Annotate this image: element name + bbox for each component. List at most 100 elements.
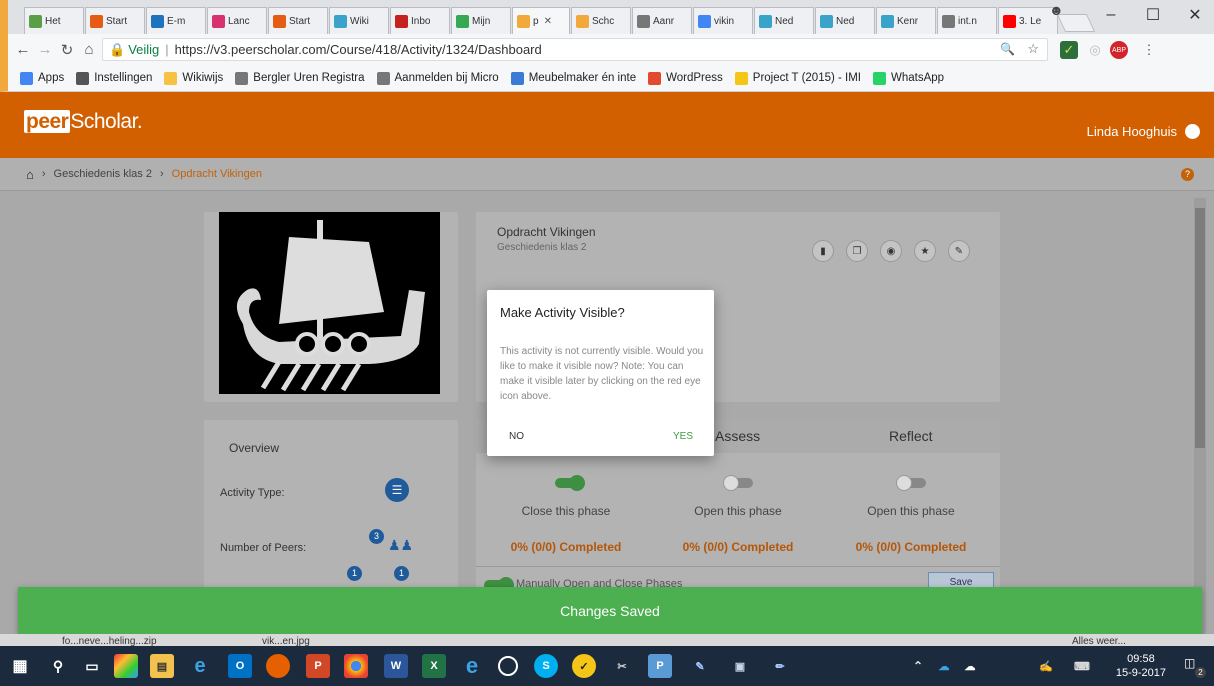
browser-tab[interactable]: Ned: [815, 7, 875, 34]
maximize-button[interactable]: ☐: [1130, 0, 1176, 30]
reload-icon[interactable]: ↻: [56, 41, 78, 59]
publisher-icon[interactable]: P: [648, 654, 672, 678]
download-item-1[interactable]: fo...neve...heling...zip: [62, 636, 157, 646]
firefox-icon[interactable]: [266, 654, 290, 678]
bookmark-item[interactable]: Meubelmaker én inte: [510, 71, 636, 85]
search-icon[interactable]: ⚲: [46, 654, 70, 678]
browser-tab[interactable]: Ned: [754, 7, 814, 34]
browser-tab[interactable]: int.n: [937, 7, 997, 34]
extension-grey-icon[interactable]: ◎: [1086, 41, 1104, 59]
tray-expand-icon[interactable]: ⌃: [906, 654, 930, 678]
browser-tab[interactable]: Kenr: [876, 7, 936, 34]
peerscholar-logo[interactable]: peerScholar.: [24, 110, 143, 134]
help-icon[interactable]: ?: [1181, 168, 1194, 181]
chrome-icon[interactable]: [344, 654, 368, 678]
photos-icon[interactable]: ▣: [728, 654, 752, 678]
breadcrumb-course[interactable]: Geschiedenis klas 2: [54, 168, 152, 180]
cloud-icon[interactable]: ☁: [958, 654, 982, 678]
notes-icon[interactable]: ✏: [768, 654, 792, 678]
home-icon[interactable]: ⌂: [26, 167, 34, 182]
forward-icon[interactable]: →: [34, 41, 56, 58]
bookmark-label: Bergler Uren Registra: [253, 72, 365, 84]
browser-tab[interactable]: Inbo: [390, 7, 450, 34]
browser-tab[interactable]: p ✕: [512, 7, 570, 34]
bookmark-star-icon[interactable]: ☆: [1027, 41, 1039, 57]
tab-label: Kenr: [897, 15, 919, 27]
menu-icon[interactable]: ⋮: [1140, 41, 1158, 59]
extension-check-icon[interactable]: ✓: [1060, 41, 1078, 59]
excel-icon[interactable]: X: [422, 654, 446, 678]
close-button[interactable]: ✕: [1172, 0, 1214, 30]
browser-tab[interactable]: vikin: [693, 7, 753, 34]
edit-pencil-icon[interactable]: ✎: [948, 240, 970, 262]
bookmark-item[interactable]: Project T (2015) - IMI: [734, 71, 862, 85]
browser-tab[interactable]: Schc: [571, 7, 631, 34]
toggle-knob: [896, 475, 912, 491]
delete-icon[interactable]: ▮: [812, 240, 834, 262]
tab-favicon-icon: [151, 14, 164, 28]
tab-close-icon[interactable]: ✕: [544, 16, 552, 27]
back-icon[interactable]: ←: [12, 41, 34, 58]
task-view-icon[interactable]: ▭: [80, 654, 104, 678]
notifications-icon[interactable]: ◫ 2: [1184, 656, 1206, 678]
url-input[interactable]: 🔒 Veilig | https://v3.peerscholar.com/Co…: [102, 38, 1048, 61]
bookmark-item[interactable]: Wikiwijs: [164, 71, 223, 85]
onedrive-icon[interactable]: ☁: [932, 654, 956, 678]
profile-icon[interactable]: ☻: [1049, 2, 1064, 18]
browser-tab[interactable]: Start: [268, 7, 328, 34]
group-badge-b: 1: [394, 566, 409, 581]
browser-tab[interactable]: Het: [24, 7, 84, 34]
file-explorer-icon[interactable]: ▤: [150, 654, 174, 678]
download-item-2[interactable]: vik...en.jpg: [262, 636, 310, 646]
dialog-yes-button[interactable]: YES: [673, 431, 693, 442]
home-icon[interactable]: ⌂: [78, 41, 100, 58]
check-app-icon[interactable]: ✓: [572, 654, 596, 678]
edge-icon[interactable]: e: [188, 654, 212, 678]
dialog-no-button[interactable]: NO: [509, 431, 524, 442]
windows-start-icon[interactable]: ▦: [8, 654, 32, 678]
bookmark-item[interactable]: Bergler Uren Registra: [235, 71, 365, 85]
word-icon[interactable]: W: [384, 654, 408, 678]
bookmark-item[interactable]: Apps: [20, 71, 64, 85]
tab-label: Lanc: [228, 15, 250, 27]
browser-tab[interactable]: Wiki: [329, 7, 389, 34]
paint-brush-icon[interactable]: ✎: [688, 654, 712, 678]
keyboard-icon[interactable]: ⌨: [1070, 654, 1094, 678]
phase-toggle-3[interactable]: [896, 475, 926, 491]
internet-explorer-icon[interactable]: e: [460, 653, 484, 678]
viking-ship-image: [219, 212, 440, 394]
system-clock[interactable]: 09:58 15-9-2017: [1116, 652, 1166, 680]
copy-icon[interactable]: ❐: [846, 240, 868, 262]
browser-tab[interactable]: E-m: [146, 7, 206, 34]
bookmark-item[interactable]: WordPress: [648, 71, 723, 85]
bookmark-icon: [20, 71, 33, 85]
zoom-icon[interactable]: 🔍: [1000, 42, 1015, 56]
outlook-icon[interactable]: O: [228, 654, 252, 678]
star-icon[interactable]: ★: [914, 240, 936, 262]
skype-icon[interactable]: S: [534, 654, 558, 678]
snipping-tool-icon[interactable]: ✂: [610, 654, 634, 678]
bookmark-item[interactable]: WhatsApp: [873, 71, 944, 85]
minimize-button[interactable]: –: [1088, 0, 1134, 30]
activity-type-label: Activity Type:: [220, 487, 285, 499]
scrollbar-thumb[interactable]: [1195, 208, 1205, 448]
browser-tab[interactable]: Start: [85, 7, 145, 34]
adblock-icon[interactable]: ABP: [1110, 41, 1128, 59]
user-menu[interactable]: Linda Hooghuis: [1087, 124, 1200, 139]
media-icon[interactable]: [498, 656, 518, 676]
pen-icon[interactable]: ✍: [1034, 654, 1058, 678]
phase-toggle-2[interactable]: [723, 475, 753, 491]
bookmark-item[interactable]: Aanmelden bij Micro: [376, 71, 499, 85]
tab-favicon-icon: [820, 14, 833, 28]
eye-hidden-icon[interactable]: ◉: [880, 240, 902, 262]
phase-toggle-1[interactable]: [555, 475, 585, 491]
browser-tab[interactable]: Mijn: [451, 7, 511, 34]
browser-tab[interactable]: Aanr: [632, 7, 692, 34]
show-all-downloads[interactable]: Alles weer...: [1072, 636, 1126, 646]
bookmark-item[interactable]: Instellingen: [76, 71, 152, 85]
browser-tab[interactable]: Lanc: [207, 7, 267, 34]
paint-app-icon[interactable]: [114, 654, 138, 678]
bookmark-label: Project T (2015) - IMI: [752, 72, 862, 84]
bookmark-icon: [734, 71, 748, 85]
powerpoint-icon[interactable]: P: [306, 654, 330, 678]
